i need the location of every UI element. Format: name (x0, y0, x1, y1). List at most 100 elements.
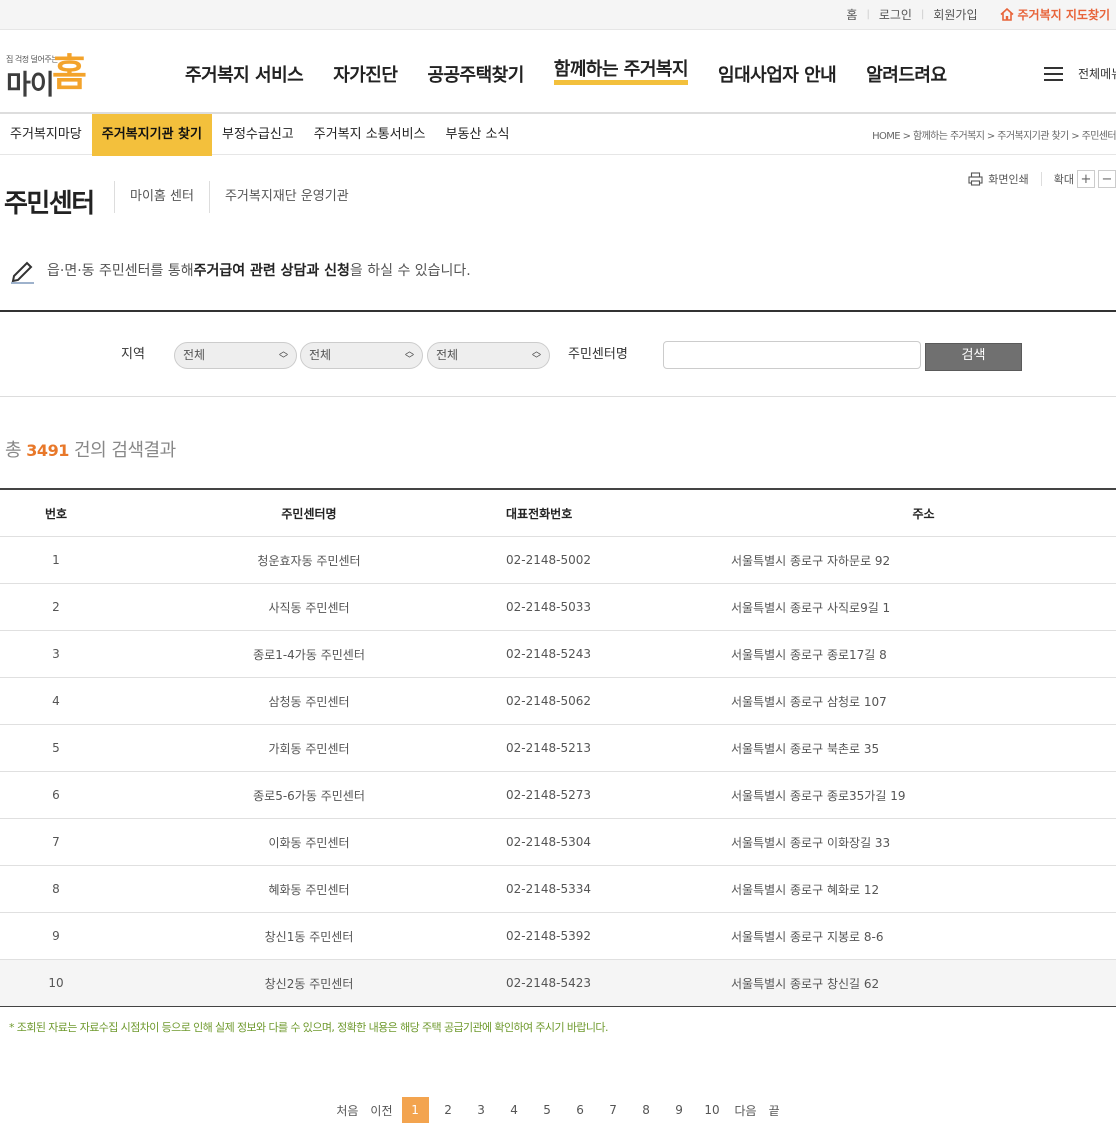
cell-number: 10 (48, 976, 64, 990)
page-prev[interactable]: 이전 (364, 1102, 398, 1119)
gnb-item-notices[interactable]: 알려드려요 (866, 61, 947, 87)
page-next[interactable]: 다음 (729, 1102, 763, 1119)
divider (1040, 172, 1042, 186)
cell-number: 5 (52, 741, 60, 755)
hamburger-icon (1044, 67, 1063, 81)
header-number: 번호 (44, 506, 68, 521)
tab-find-institution[interactable]: 주거복지기관 찾기 (91, 114, 212, 156)
zoom-out-button[interactable]: − (1098, 170, 1116, 188)
page-number-current[interactable]: 1 (401, 1097, 429, 1123)
global-nav: 주거복지 서비스 자가진단 공공주택찾기 함께하는 주거복지 임대사업자 안내 … (185, 61, 977, 87)
logo-mai: 마이 (6, 70, 55, 101)
cell-phone: 02-2148-5062 (506, 694, 592, 708)
region-select-sido-value: 전체 (183, 348, 206, 362)
printer-icon (968, 172, 983, 186)
search-panel: 지역 전체 ︿ ﹀ 전체 ︿ ﹀ 전체 ︿ ﹀ 주민센터명 검색 (0, 310, 1116, 397)
results-table: 번호 주민센터명 대표전화번호 주소 1 청운효자동 주민센터 02-2148-50… (0, 488, 1116, 1007)
region-select-dong[interactable]: 전체 ︿ ﹀ (427, 342, 550, 369)
gnb-item-self-diagnosis[interactable]: 자가진단 (333, 61, 398, 87)
table-row[interactable]: 2 사직동 주민센터 02-2148-5033 서울특별시 종로구 사직로9길 1 (0, 584, 1116, 631)
table-row[interactable]: 6 종로5-6가동 주민센터 02-2148-5273 서울특별시 종로구 종로35가… (0, 772, 1116, 819)
page-number[interactable]: 4 (498, 1097, 531, 1123)
print-label: 화면인쇄 (988, 173, 1029, 186)
welfare-map-link[interactable]: 주거복지 지도찾기 (999, 6, 1110, 23)
page-number[interactable]: 5 (531, 1097, 564, 1123)
page-number[interactable]: 7 (597, 1097, 630, 1123)
gnb-item-welfare-service[interactable]: 주거복지 서비스 (185, 61, 304, 87)
zoom-in-button[interactable]: + (1077, 170, 1095, 188)
print-button[interactable]: 화면인쇄 (968, 171, 1029, 187)
pagination: 처음 이전 1 2 3 4 5 6 7 8 9 10 다음 끝 (0, 1097, 1116, 1123)
cell-address: 서울특별시 종로구 종로35가길 19 (731, 788, 906, 803)
cell-center-name: 사직동 주민센터 (268, 600, 350, 615)
region-select-sigungu[interactable]: 전체 ︿ ﹀ (300, 342, 423, 369)
header-phone: 대표전화번호 (506, 506, 573, 521)
region-label: 지역 (121, 347, 145, 362)
search-button[interactable]: 검색 (925, 343, 1022, 371)
cell-center-name: 청운효자동 주민센터 (257, 553, 361, 568)
page-title: 주민센터 (4, 189, 95, 219)
page-number[interactable]: 8 (630, 1097, 663, 1123)
signup-link[interactable]: 회원가입 (933, 6, 977, 23)
gnb-item-public-housing[interactable]: 공공주택찾기 (427, 61, 524, 87)
page-number[interactable]: 3 (465, 1097, 498, 1123)
title-tab-myhome-center[interactable]: 마이홈 센터 (114, 181, 209, 213)
all-menu-button[interactable]: 전체메뉴 (1044, 65, 1116, 82)
cell-center-name: 창신1동 주민센터 (264, 929, 354, 944)
gnb-item-landlord-guide[interactable]: 임대사업자 안내 (718, 61, 837, 87)
page-number[interactable]: 10 (696, 1097, 729, 1123)
region-select-sido[interactable]: 전체 ︿ ﹀ (174, 342, 297, 369)
cell-center-name: 삼청동 주민센터 (268, 694, 350, 709)
notice-bold: 주거급여 관련 상담과 신청 (193, 263, 350, 279)
cell-number: 6 (52, 788, 60, 802)
tab-welfare-yard[interactable]: 주거복지마당 (0, 114, 92, 155)
center-name-input[interactable] (663, 341, 921, 369)
result-prefix: 총 (5, 440, 27, 461)
cell-address: 서울특별시 종로구 이화장길 33 (731, 835, 891, 850)
cell-address: 서울특별시 종로구 삼청로 107 (731, 694, 887, 709)
result-count: 총 3491 건의 검색결과 (5, 436, 176, 462)
table-row[interactable]: 8 혜화동 주민센터 02-2148-5334 서울특별시 종로구 혜화로 12 (0, 866, 1116, 913)
tab-real-estate-news[interactable]: 부동산 소식 (436, 114, 520, 155)
table-row[interactable]: 5 가회동 주민센터 02-2148-5213 서울특별시 종로구 북촌로 35 (0, 725, 1116, 772)
tab-communication[interactable]: 주거복지 소통서비스 (304, 114, 436, 155)
home-link[interactable]: 홈 (846, 6, 857, 23)
cell-address: 서울특별시 종로구 북촌로 35 (731, 741, 880, 756)
cell-center-name: 창신2동 주민센터 (264, 976, 354, 991)
table-row[interactable]: 7 이화동 주민센터 02-2148-5304 서울특별시 종로구 이화장길 33 (0, 819, 1116, 866)
disclaimer-note: * 조회된 자료는 자료수집 시점차이 등으로 인해 실제 정보와 다를 수 있… (9, 1021, 608, 1034)
cell-center-name: 혜화동 주민센터 (268, 882, 350, 897)
page-first[interactable]: 처음 (330, 1102, 364, 1119)
myhome-logo[interactable]: 집 걱정 덜어주는 마이 홈 (6, 51, 106, 101)
header-center-name: 주민센터명 (281, 506, 337, 521)
cell-phone: 02-2148-5273 (506, 788, 592, 802)
breadcrumb: HOME > 함께하는 주거복지 > 주거복지기관 찾기 > 주민센터 (872, 131, 1116, 142)
table-row[interactable]: 1 청운효자동 주민센터 02-2148-5002 서울특별시 종로구 자하문로 92 (0, 537, 1116, 584)
page-number[interactable]: 6 (564, 1097, 597, 1123)
table-row[interactable]: 10 창신2동 주민센터 02-2148-5423 서울특별시 종로구 창신길 62 (0, 960, 1116, 1007)
login-link[interactable]: 로그인 (879, 6, 912, 23)
cell-number: 4 (52, 694, 60, 708)
gnb-item-together-welfare[interactable]: 함께하는 주거복지 (553, 61, 689, 85)
table-row[interactable]: 3 종로1-4가동 주민센터 02-2148-5243 서울특별시 종로구 종로17길… (0, 631, 1116, 678)
cell-phone: 02-2148-5392 (506, 929, 592, 943)
title-tab-foundation[interactable]: 주거복지재단 운영기관 (208, 181, 364, 213)
cell-phone: 02-2148-5002 (506, 553, 592, 567)
header-address: 주소 (912, 506, 935, 521)
zoom-label: 확대 (1053, 173, 1074, 186)
page-last[interactable]: 끝 (763, 1102, 786, 1119)
updown-icon: ︿ ﹀ (278, 347, 288, 365)
cell-number: 1 (52, 553, 60, 567)
cell-address: 서울특별시 종로구 사직로9길 1 (731, 600, 891, 615)
page-number[interactable]: 2 (432, 1097, 465, 1123)
center-name-label: 주민센터명 (568, 347, 628, 362)
top-utility-bar: 홈 | 로그인 | 회원가입 주거복지 지도찾기 (0, 0, 1116, 30)
region-select-sigungu-value: 전체 (309, 348, 332, 362)
table-row[interactable]: 9 창신1동 주민센터 02-2148-5392 서울특별시 종로구 지봉로 8-6 (0, 913, 1116, 960)
tab-fraud-report[interactable]: 부정수급신고 (212, 114, 304, 155)
table-row[interactable]: 4 삼청동 주민센터 02-2148-5062 서울특별시 종로구 삼청로 107 (0, 678, 1116, 725)
notice-post: 을 하실 수 있습니다. (349, 263, 471, 279)
cell-phone: 02-2148-5243 (506, 647, 592, 661)
cell-phone: 02-2148-5304 (506, 835, 592, 849)
page-number[interactable]: 9 (663, 1097, 696, 1123)
